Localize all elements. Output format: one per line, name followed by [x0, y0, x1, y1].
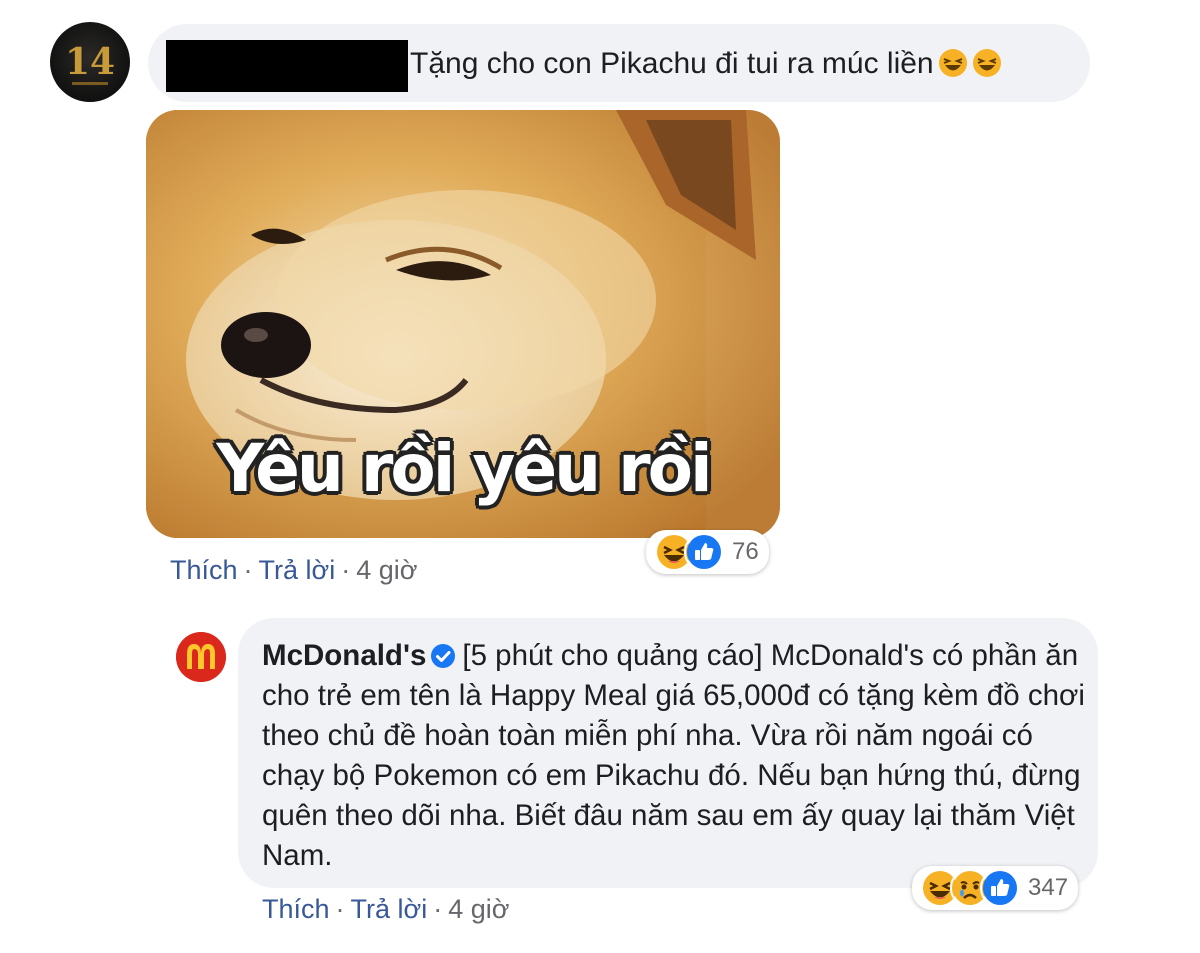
avatar-number-icon: 14 — [65, 41, 115, 85]
reply-link[interactable]: Trả lời — [259, 555, 336, 585]
like-link[interactable]: Thích — [170, 555, 238, 585]
separator: · — [335, 894, 345, 924]
comment-timestamp[interactable]: 4 giờ — [448, 894, 509, 924]
separator: · — [243, 555, 253, 585]
reaction-summary[interactable]: 76 — [646, 530, 769, 574]
commenter-avatar[interactable]: 14 — [50, 22, 130, 102]
comment-text: Tặng cho con Pikachu đi tui ra múc liền — [410, 44, 1002, 84]
reaction-count: 76 — [732, 538, 759, 565]
like-reaction-icon — [980, 868, 1020, 908]
reply-comment-content: [5 phút cho quảng cáo] McDonald's có phầ… — [262, 639, 1085, 872]
meme-caption: Yêu rồi yêu rồi — [216, 430, 712, 507]
laughing-emoji-icon — [938, 48, 968, 78]
reply-comment-actions: Thích · Trả lời · 4 giờ — [262, 894, 509, 925]
separator: · — [341, 555, 351, 585]
comment-text-content: Tặng cho con Pikachu đi tui ra múc liền — [410, 47, 934, 80]
laughing-emoji-icon — [972, 48, 1002, 78]
comment-author-name[interactable]: McDonald's — [262, 639, 426, 672]
redacted-author-name — [166, 40, 408, 92]
mcdonalds-avatar[interactable] — [176, 632, 226, 682]
verified-badge-icon — [430, 643, 456, 669]
reply-comment-text: McDonald's [5 phút cho quảng cáo] McDonal… — [262, 636, 1088, 876]
meme-image[interactable]: Yêu rồi yêu rồi — [146, 110, 780, 538]
like-reaction-icon — [684, 532, 724, 572]
comment-actions: Thích · Trả lời · 4 giờ — [170, 555, 417, 586]
comment-timestamp[interactable]: 4 giờ — [356, 555, 417, 585]
svg-text:14: 14 — [65, 41, 115, 83]
reaction-count: 347 — [1028, 874, 1069, 901]
mcdonalds-logo-icon — [176, 632, 226, 682]
reaction-summary[interactable]: 347 — [912, 866, 1079, 910]
separator: · — [433, 894, 443, 924]
reply-link[interactable]: Trả lời — [351, 894, 428, 924]
like-link[interactable]: Thích — [262, 894, 330, 924]
